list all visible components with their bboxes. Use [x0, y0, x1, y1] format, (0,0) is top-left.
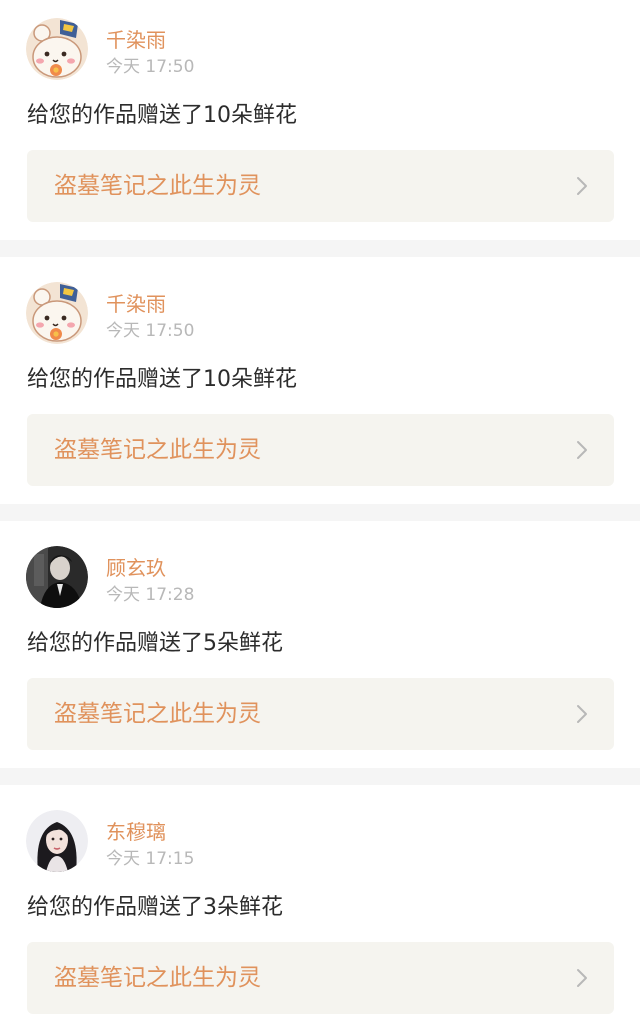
gift-message: 给您的作品赠送了10朵鲜花: [27, 367, 297, 392]
work-link-button[interactable]: 盗墓笔记之此生为灵: [27, 150, 614, 222]
work-title: 盗墓笔记之此生为灵: [54, 437, 261, 463]
user-name[interactable]: 顾玄玖: [106, 556, 166, 580]
user-name[interactable]: 千染雨: [106, 292, 166, 316]
notification-card: 顾玄玖 今天 17:28 给您的作品赠送了5朵鲜花 盗墓笔记之此生为灵: [0, 521, 640, 768]
timestamp: 今天 17:50: [106, 321, 195, 341]
work-link-button[interactable]: 盗墓笔记之此生为灵: [27, 942, 614, 1014]
notification-card: 东穆璃 今天 17:15 给您的作品赠送了3朵鲜花 盗墓笔记之此生为灵: [0, 785, 640, 1032]
user-avatar[interactable]: [26, 546, 88, 608]
gift-message: 给您的作品赠送了5朵鲜花: [27, 631, 283, 656]
chevron-right-icon: [577, 969, 587, 987]
girl-portrait-avatar-icon: [26, 810, 88, 872]
chevron-right-icon: [577, 441, 587, 459]
dark-portrait-avatar-icon: [26, 546, 88, 608]
notification-card: 千染雨 今天 17:50 给您的作品赠送了10朵鲜花 盗墓笔记之此生为灵: [0, 0, 640, 240]
user-name[interactable]: 东穆璃: [106, 820, 166, 844]
chevron-right-icon: [577, 705, 587, 723]
work-title: 盗墓笔记之此生为灵: [54, 173, 261, 199]
gift-message: 给您的作品赠送了10朵鲜花: [27, 103, 297, 128]
user-name[interactable]: 千染雨: [106, 28, 166, 52]
work-title: 盗墓笔记之此生为灵: [54, 701, 261, 727]
timestamp: 今天 17:50: [106, 57, 195, 77]
cartoon-bear-avatar-icon: [26, 282, 88, 344]
chevron-right-icon: [577, 177, 587, 195]
work-title: 盗墓笔记之此生为灵: [54, 965, 261, 991]
work-link-button[interactable]: 盗墓笔记之此生为灵: [27, 678, 614, 750]
user-avatar[interactable]: [26, 810, 88, 872]
user-avatar[interactable]: [26, 282, 88, 344]
notification-card: 千染雨 今天 17:50 给您的作品赠送了10朵鲜花 盗墓笔记之此生为灵: [0, 257, 640, 504]
user-avatar[interactable]: [26, 18, 88, 80]
timestamp: 今天 17:28: [106, 585, 195, 605]
timestamp: 今天 17:15: [106, 849, 195, 869]
work-link-button[interactable]: 盗墓笔记之此生为灵: [27, 414, 614, 486]
cartoon-bear-avatar-icon: [26, 18, 88, 80]
gift-message: 给您的作品赠送了3朵鲜花: [27, 895, 283, 920]
